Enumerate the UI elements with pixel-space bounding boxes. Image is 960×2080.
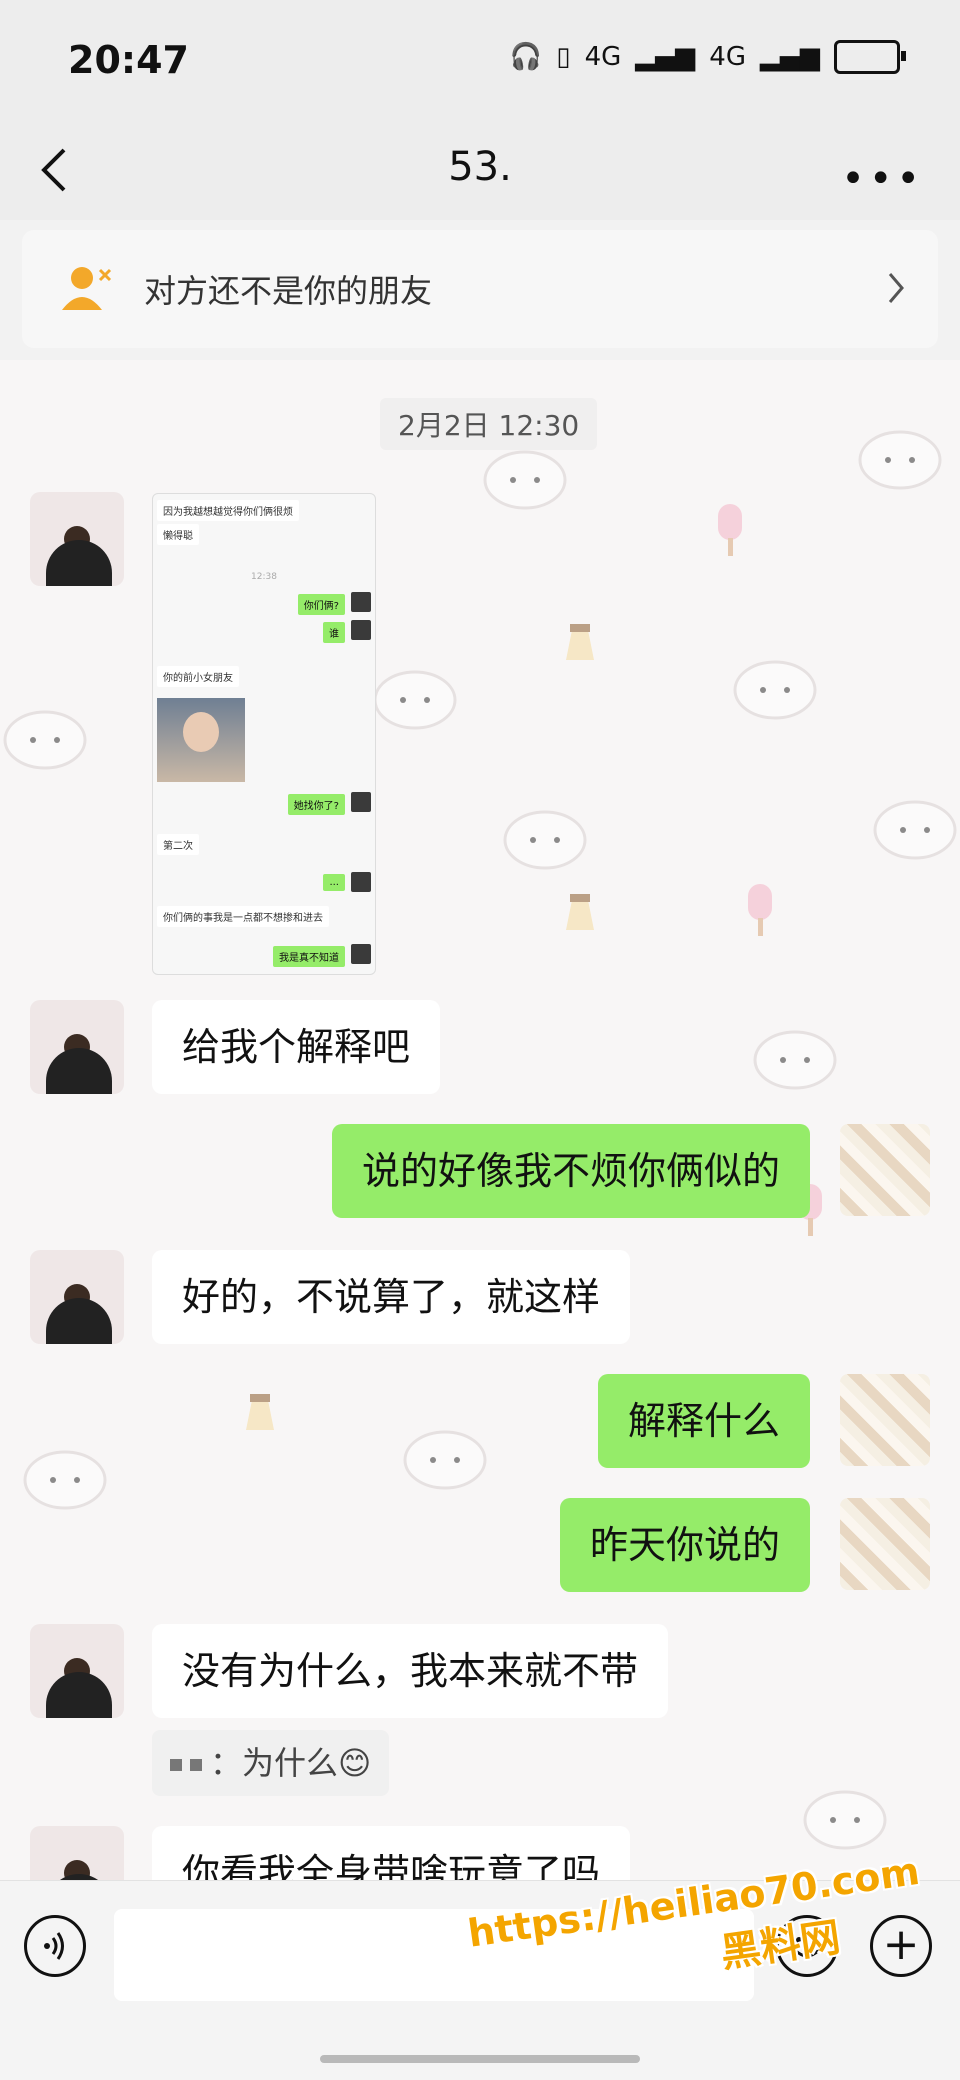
contact-avatar[interactable] bbox=[30, 1826, 124, 1880]
person-remove-icon bbox=[62, 267, 112, 310]
status-icons: 🎧 ▯ 4G ▂▄▆ 4G ▂▄▆ bbox=[509, 40, 906, 74]
shot-time: 12:38 bbox=[251, 572, 277, 582]
quoted-message[interactable]: ：为什么😊 bbox=[152, 1730, 390, 1796]
cat-sticker-icon bbox=[803, 1790, 887, 1850]
voice-icon bbox=[44, 1932, 64, 1960]
shot-line: 因为我越想越觉得你们俩很烦 bbox=[157, 500, 299, 521]
network-label-2: 4G bbox=[709, 42, 746, 72]
my-avatar[interactable] bbox=[840, 1498, 930, 1590]
message-timestamp: 2月2日 12:30 bbox=[380, 398, 598, 450]
shot-line: ... bbox=[323, 874, 345, 891]
cat-sticker-icon bbox=[403, 1430, 487, 1490]
shot-line: 谁 bbox=[323, 622, 345, 643]
shot-line: 懒得聪 bbox=[157, 524, 199, 545]
blurred-name bbox=[170, 1759, 182, 1771]
quote-separator: ： bbox=[210, 1744, 243, 1782]
shot-line: 你们俩? bbox=[297, 594, 345, 615]
quote-text: 为什么 bbox=[242, 1744, 339, 1782]
shot-line: 你们俩的事我是一点都不想掺和进去 bbox=[157, 906, 329, 927]
shared-screenshot-image[interactable]: 因为我越想越觉得你们俩很烦 懒得聪 12:38 你们俩? 谁 你的前小女朋友 她… bbox=[152, 493, 376, 975]
message-bubble[interactable]: 说的好像我不烦你俩似的 bbox=[331, 1124, 810, 1218]
signal-icon: ▂▄▆ bbox=[635, 42, 696, 72]
shot-line: 第二次 bbox=[157, 834, 199, 855]
cat-sticker-icon bbox=[733, 660, 817, 720]
message-bubble[interactable]: 你看我全身带啥玩意了吗 bbox=[152, 1826, 631, 1880]
message-bubble[interactable]: 好的，不说算了，就这样 bbox=[152, 1250, 631, 1344]
shot-line: 你的前小女朋友 bbox=[157, 666, 239, 687]
cat-sticker-icon bbox=[3, 710, 87, 770]
pudding-sticker-icon bbox=[566, 894, 594, 930]
mini-avatar bbox=[351, 620, 371, 640]
cat-sticker-icon bbox=[858, 430, 942, 490]
my-avatar[interactable] bbox=[840, 1124, 930, 1216]
contact-avatar[interactable] bbox=[30, 1000, 124, 1094]
not-friend-banner[interactable]: 对方还不是你的朋友 bbox=[22, 230, 938, 348]
more-icon[interactable]: ••• bbox=[841, 156, 924, 202]
popsicle-sticker-icon bbox=[718, 504, 742, 556]
banner-text: 对方还不是你的朋友 bbox=[144, 272, 433, 310]
chat-area[interactable]: 2月2日 12:30 因为我越想越觉得你们俩很烦 懒得聪 12:38 你们俩? … bbox=[0, 360, 960, 1880]
cat-sticker-icon bbox=[503, 810, 587, 870]
shot-line: 我是真不知道 bbox=[273, 946, 345, 967]
pudding-sticker-icon bbox=[566, 624, 594, 660]
mini-avatar bbox=[351, 592, 371, 612]
mini-avatar bbox=[351, 944, 371, 964]
status-bar: 20:47 🎧 ▯ 4G ▂▄▆ 4G ▂▄▆ bbox=[0, 0, 960, 120]
blurred-name bbox=[190, 1759, 202, 1771]
status-time: 20:47 bbox=[68, 38, 189, 82]
home-indicator[interactable] bbox=[320, 2055, 640, 2063]
message-bubble[interactable]: 给我个解释吧 bbox=[152, 1000, 441, 1094]
nav-bar: 53. ••• bbox=[0, 120, 960, 220]
cat-sticker-icon bbox=[873, 800, 957, 860]
my-avatar[interactable] bbox=[840, 1374, 930, 1466]
shot-photo bbox=[157, 698, 245, 782]
network-label-1: 4G bbox=[584, 42, 622, 72]
mini-avatar bbox=[351, 872, 371, 892]
cat-sticker-icon bbox=[753, 1030, 837, 1090]
cat-sticker-icon bbox=[373, 670, 457, 730]
mini-avatar bbox=[351, 792, 371, 812]
signal-icon-2: ▂▄▆ bbox=[760, 42, 820, 72]
vibrate-icon: ▯ bbox=[556, 42, 571, 72]
cat-sticker-icon bbox=[23, 1450, 107, 1510]
contact-avatar[interactable] bbox=[30, 492, 124, 586]
smile-emoji-icon: 😊 bbox=[338, 1744, 372, 1782]
chat-title: 53. bbox=[448, 144, 512, 190]
chevron-right-icon bbox=[888, 273, 904, 303]
message-bubble[interactable]: 没有为什么，我本来就不带 bbox=[152, 1624, 669, 1718]
headphones-icon: 🎧 bbox=[509, 42, 543, 72]
battery-icon bbox=[834, 40, 906, 74]
voice-input-button[interactable] bbox=[24, 1915, 86, 1977]
contact-avatar[interactable] bbox=[30, 1250, 124, 1344]
popsicle-sticker-icon bbox=[748, 884, 772, 936]
message-bubble[interactable]: 昨天你说的 bbox=[559, 1498, 810, 1592]
contact-avatar[interactable] bbox=[30, 1624, 124, 1718]
message-bubble[interactable]: 解释什么 bbox=[597, 1374, 810, 1468]
cat-sticker-icon bbox=[483, 450, 567, 510]
shot-line: 她找你了? bbox=[287, 794, 345, 815]
pudding-sticker-icon bbox=[246, 1394, 274, 1430]
